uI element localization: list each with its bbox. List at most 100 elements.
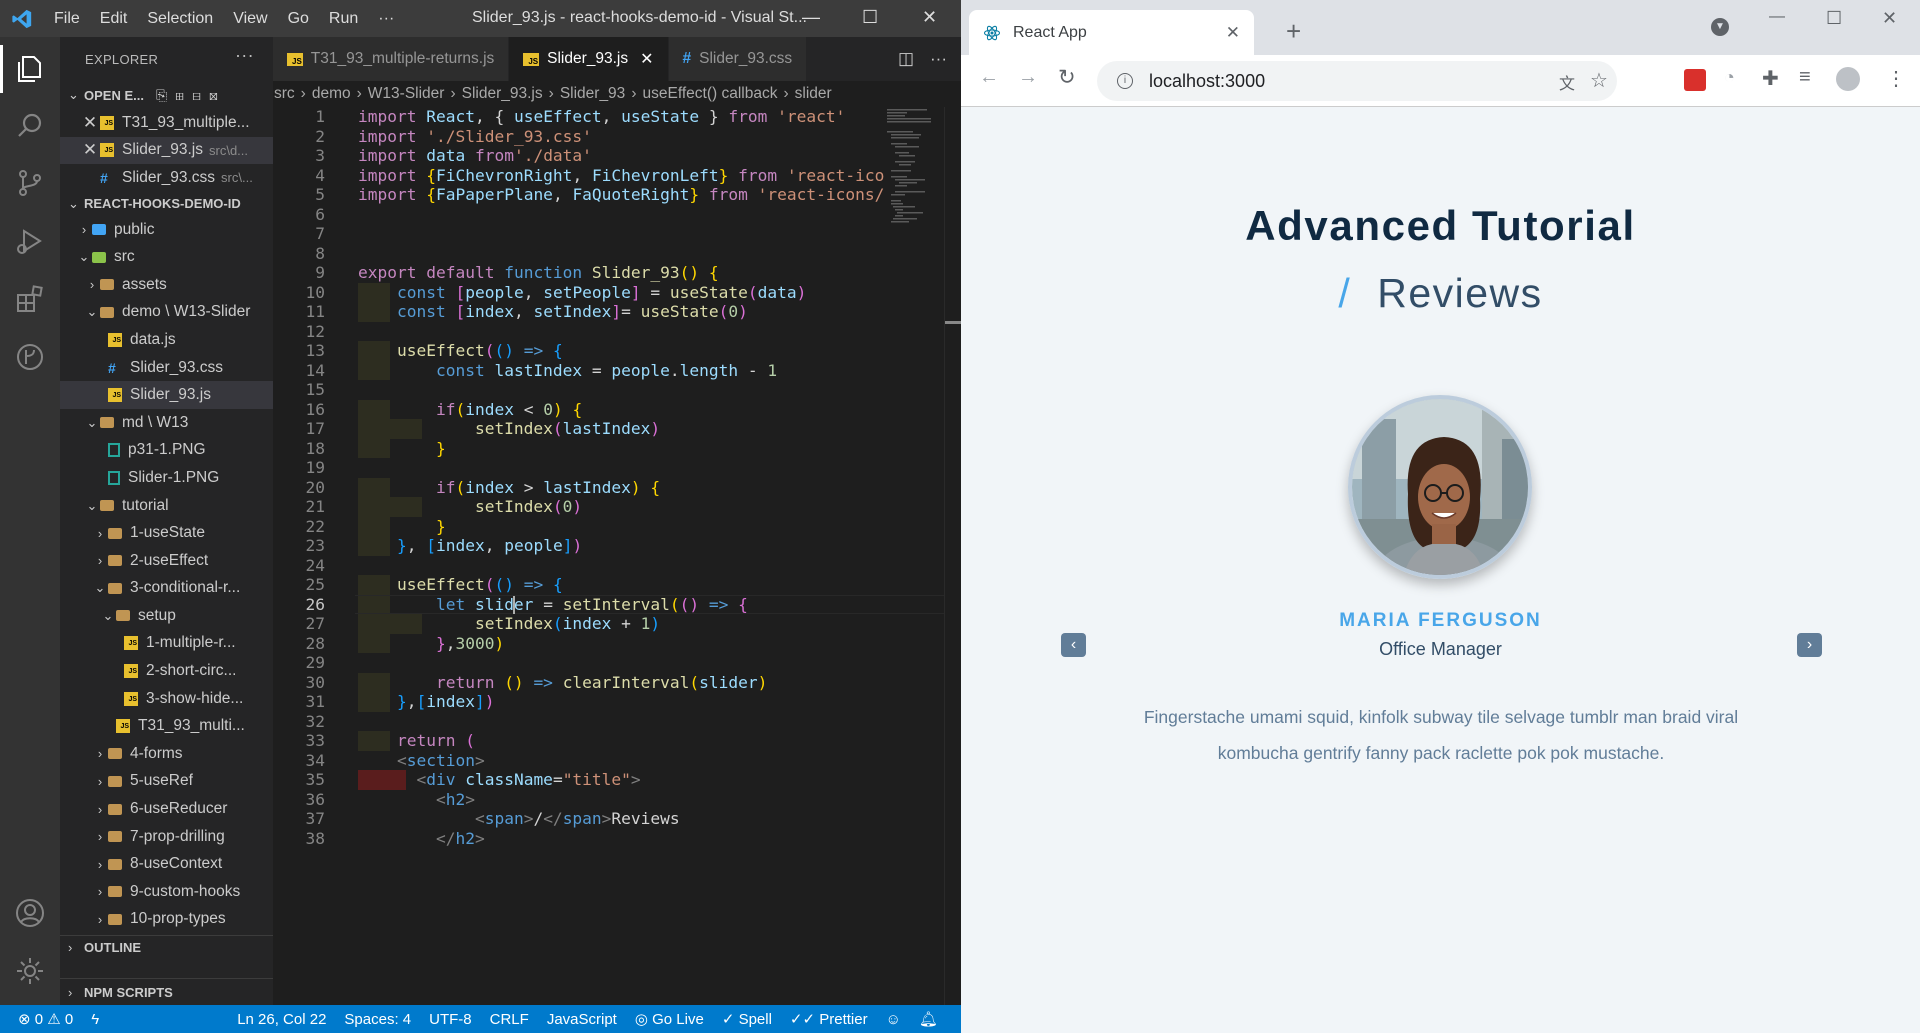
open-editor-item[interactable]: # Slider_93.css src\...	[60, 164, 273, 192]
folder-item[interactable]: › 2-useEffect	[60, 547, 273, 575]
code-editor[interactable]: 1 import React, { useEffect, useState } f…	[273, 107, 961, 1005]
go-live-button[interactable]: ◎ Go Live	[635, 1010, 704, 1028]
folder-item[interactable]: › 8-useContext	[60, 850, 273, 878]
profile-avatar[interactable]	[1836, 67, 1860, 91]
run-debug-icon[interactable]	[14, 225, 46, 257]
folder-item[interactable]: › 10-prop-types	[60, 906, 273, 934]
file-item[interactable]: # Slider_93.css	[60, 354, 273, 382]
breadcrumb-item[interactable]: W13-Slider	[368, 85, 445, 103]
prev-button[interactable]: ‹	[1061, 633, 1086, 657]
outline-section[interactable]: › OUTLINE	[60, 935, 273, 959]
open-editor-item[interactable]: ✕ JS T31_93_multiple...	[60, 109, 273, 137]
breadcrumb-item[interactable]: demo	[312, 85, 351, 103]
editor-tab[interactable]: JS Slider_93.js ✕	[509, 37, 669, 81]
open-editors-actions-icon[interactable]: ⎘⊞⊟⊠	[156, 87, 226, 104]
project-section[interactable]: ⌄ REACT-HOOKS-DEMO-ID	[60, 192, 273, 216]
extension-red-icon[interactable]	[1684, 69, 1706, 91]
spell-button[interactable]: ✓ Spell	[722, 1010, 772, 1028]
media-control-icon[interactable]: ≡	[1799, 66, 1811, 89]
editor-tab[interactable]: JS T31_93_multiple-returns.js	[273, 37, 510, 81]
problems-indicator[interactable]: ⊗ 0 ⚠ 0	[18, 1010, 73, 1028]
folder-item[interactable]: › 4-forms	[60, 740, 273, 768]
close-icon[interactable]: ✕	[80, 140, 100, 160]
new-tab-icon[interactable]: +	[1286, 16, 1301, 47]
extensions-icon[interactable]	[14, 283, 46, 315]
minimize-icon[interactable]: —	[1769, 8, 1785, 26]
search-icon[interactable]	[14, 110, 46, 142]
browser-tab[interactable]: React App ✕	[969, 10, 1254, 55]
folder-item[interactable]: ⌄ md \ W13	[60, 409, 273, 437]
folder-item[interactable]: ⌄ tutorial	[60, 492, 273, 520]
folder-item[interactable]: ⌄ setup	[60, 602, 273, 630]
file-item[interactable]: Slider-1.PNG	[60, 464, 273, 492]
file-item[interactable]: JS T31_93_multi...	[60, 712, 273, 740]
breadcrumb-item[interactable]: useEffect() callback	[642, 85, 777, 103]
menu-item[interactable]: File	[54, 10, 80, 27]
menu-item[interactable]: View	[233, 10, 267, 27]
forward-arrow-icon[interactable]: →	[1018, 66, 1038, 89]
breadcrumb-item[interactable]: Slider_93.js	[462, 85, 543, 103]
prettier-button[interactable]: ✓✓ Prettier	[790, 1010, 868, 1028]
reload-icon[interactable]: ↻	[1058, 65, 1076, 90]
folder-item[interactable]: › 9-custom-hooks	[60, 878, 273, 906]
folder-item[interactable]: › assets	[60, 271, 273, 299]
back-arrow-icon[interactable]: ←	[979, 66, 999, 89]
file-item[interactable]: JS 3-show-hide...	[60, 685, 273, 713]
file-item[interactable]: JS Slider_93.js	[60, 381, 273, 409]
folder-item[interactable]: › public	[60, 216, 273, 244]
open-editor-item[interactable]: ✕ JS Slider_93.js src\d...	[60, 136, 273, 165]
close-window-icon[interactable]: ✕	[1882, 8, 1897, 29]
live-share-icon[interactable]: ϟ	[91, 1011, 99, 1028]
maximize-icon[interactable]: ☐	[862, 7, 878, 28]
menu-item[interactable]: Edit	[100, 10, 128, 27]
feedback-icon[interactable]: ☺	[886, 1011, 901, 1028]
menu-item[interactable]: ···	[378, 10, 394, 27]
folder-item[interactable]: ⌄ 3-conditional-r...	[60, 575, 273, 603]
accounts-icon[interactable]	[14, 897, 46, 929]
settings-gear-icon[interactable]	[14, 955, 46, 987]
folder-item[interactable]: › 7-prop-drilling	[60, 823, 273, 851]
indentation-status[interactable]: Spaces: 4	[344, 1011, 411, 1028]
extensions-puzzle-icon[interactable]: ✚	[1762, 66, 1779, 91]
breadcrumb-item[interactable]: Slider_93	[560, 85, 626, 103]
more-actions-icon[interactable]: ···	[930, 49, 947, 69]
editor-scrollbar[interactable]	[944, 107, 961, 1005]
file-item[interactable]: p31-1.PNG	[60, 437, 273, 465]
language-mode[interactable]: JavaScript	[547, 1011, 617, 1028]
close-icon[interactable]: ✕	[80, 113, 100, 133]
vscode-logo-icon[interactable]	[0, 8, 44, 30]
eol-status[interactable]: CRLF	[490, 1011, 529, 1028]
cursor-position[interactable]: Ln 26, Col 22	[237, 1011, 326, 1028]
npm-scripts-section[interactable]: › NPM SCRIPTS	[60, 978, 273, 1005]
menu-item[interactable]: Go	[288, 10, 309, 27]
minimap[interactable]	[885, 107, 947, 227]
more-actions-icon[interactable]: ···	[235, 45, 254, 66]
notifications-bell-icon[interactable]: 🔔︎	[919, 1010, 938, 1028]
minimize-icon[interactable]: —	[802, 7, 820, 28]
encoding-status[interactable]: UTF-8	[429, 1011, 472, 1028]
folder-item[interactable]: › 6-useReducer	[60, 795, 273, 823]
close-window-icon[interactable]: ✕	[922, 7, 937, 28]
translate-icon[interactable]: 文	[1559, 70, 1575, 94]
git-history-icon[interactable]	[14, 341, 46, 373]
breadcrumb-item[interactable]: slider	[795, 85, 832, 103]
explorer-icon[interactable]	[0, 45, 46, 93]
menu-item[interactable]: Selection	[147, 10, 213, 27]
folder-item[interactable]: › 5-useRef	[60, 768, 273, 796]
site-info-icon[interactable]: i	[1117, 73, 1133, 89]
close-tab-icon[interactable]: ✕	[1226, 23, 1240, 43]
file-item[interactable]: JS 1-multiple-r...	[60, 630, 273, 658]
tab-search-icon[interactable]: ▼	[1711, 18, 1729, 36]
browser-menu-icon[interactable]: ⋮	[1886, 66, 1906, 91]
editor-tab[interactable]: # Slider_93.css	[668, 37, 808, 81]
open-editors-section[interactable]: ⌄ OPEN E... ⎘⊞⊟⊠	[60, 81, 273, 109]
address-bar[interactable]: i localhost:3000 文 ☆	[1097, 61, 1617, 101]
extension-clock-icon[interactable]: ◔	[1724, 67, 1735, 88]
folder-item[interactable]: ⌄ src	[60, 243, 273, 271]
maximize-icon[interactable]: ☐	[1826, 8, 1842, 29]
next-button[interactable]: ›	[1797, 633, 1822, 657]
folder-item[interactable]: ⌄ demo \ W13-Slider	[60, 299, 273, 327]
bookmark-star-icon[interactable]: ☆	[1590, 68, 1608, 93]
breadcrumb-item[interactable]: src	[274, 85, 295, 103]
source-control-icon[interactable]	[14, 167, 46, 199]
